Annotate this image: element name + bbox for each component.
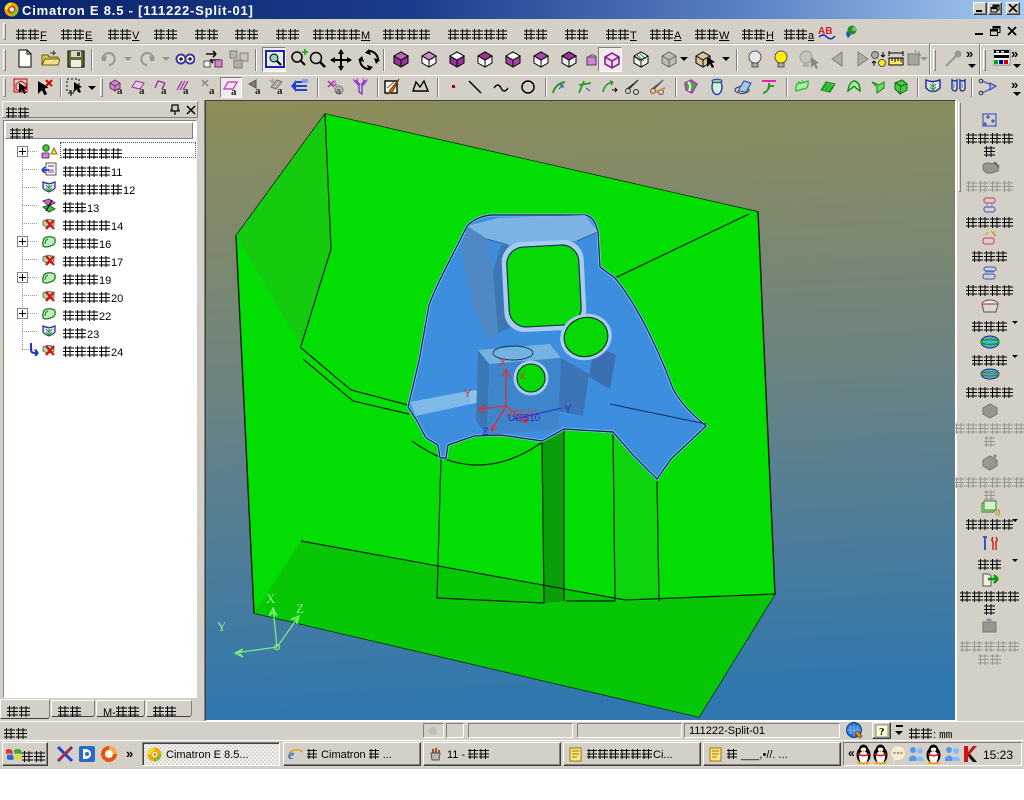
svg-text:a: a (183, 85, 189, 96)
svg-text:Y: Y (217, 619, 227, 634)
svg-text:a: a (277, 85, 283, 96)
svg-text:?: ? (879, 726, 885, 738)
svg-text:X: X (499, 357, 507, 369)
svg-text:UCS10: UCS10 (508, 413, 541, 424)
svg-text:a: a (255, 85, 261, 96)
svg-text:Z: Z (482, 426, 489, 438)
svg-text:a: a (209, 85, 215, 96)
svg-text:a: a (117, 85, 123, 96)
svg-text:Y: Y (564, 402, 572, 416)
svg-text:a: a (231, 86, 237, 97)
svg-text:a: a (139, 85, 145, 96)
svg-text:X: X (266, 591, 276, 606)
svg-text:x: x (520, 371, 525, 382)
svg-text:a: a (336, 86, 341, 96)
svg-text:a: a (161, 85, 167, 96)
svg-text:Z: Z (296, 601, 304, 616)
svg-text:Y: Y (464, 388, 472, 400)
